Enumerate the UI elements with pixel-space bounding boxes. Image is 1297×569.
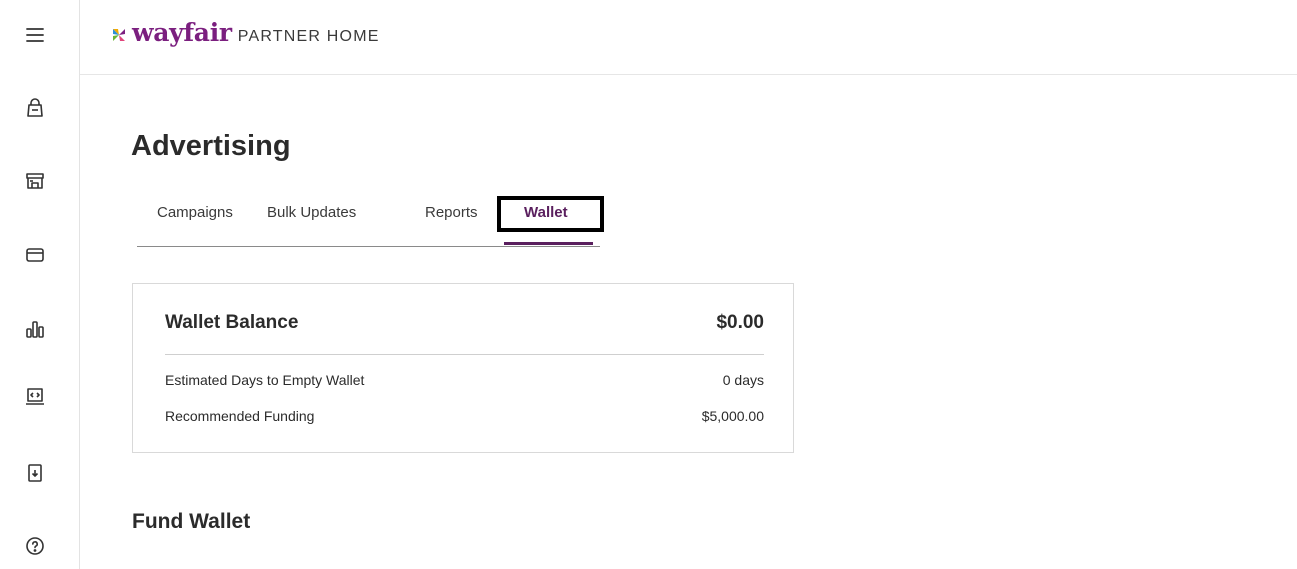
shopping-bag-icon[interactable]: [24, 97, 46, 119]
wayfair-logo[interactable]: wayfair PARTNER HOME: [110, 18, 380, 52]
top-header: wayfair PARTNER HOME: [80, 0, 1297, 75]
estimated-days-label: Estimated Days to Empty Wallet: [165, 372, 365, 388]
credit-card-icon[interactable]: [24, 244, 46, 266]
recommended-funding-row: Recommended Funding $5,000.00: [165, 408, 764, 424]
estimated-days-row: Estimated Days to Empty Wallet 0 days: [165, 372, 764, 388]
page-title: Advertising: [131, 130, 291, 162]
brand-subtitle: PARTNER HOME: [237, 28, 380, 45]
document-download-icon[interactable]: [24, 462, 46, 484]
wayfair-logo-icon: [113, 29, 125, 41]
brand-name: wayfair: [132, 18, 232, 47]
fund-wallet-title: Fund Wallet: [132, 510, 251, 533]
tab-reports[interactable]: Reports: [425, 204, 478, 221]
sidebar: [0, 0, 80, 569]
tab-campaigns[interactable]: Campaigns: [157, 204, 233, 221]
estimated-days-value: 0 days: [722, 372, 764, 388]
bar-chart-icon[interactable]: [24, 318, 46, 340]
menu-icon[interactable]: [24, 24, 46, 46]
help-icon[interactable]: [24, 535, 46, 557]
wallet-balance-card: Wallet Balance $0.00 Estimated Days to E…: [132, 283, 794, 453]
wallet-balance-header: Wallet Balance $0.00: [165, 312, 764, 334]
tab-bar: Campaigns Bulk Updates Reports Wallet: [137, 192, 600, 247]
tab-bulk-updates[interactable]: Bulk Updates: [267, 204, 356, 221]
recommended-funding-label: Recommended Funding: [165, 408, 315, 424]
recommended-funding-value: $5,000.00: [701, 408, 764, 424]
wallet-balance-label: Wallet Balance: [165, 312, 299, 333]
storefront-icon[interactable]: [24, 170, 46, 192]
active-tab-indicator: [504, 242, 593, 245]
card-divider: [165, 354, 764, 355]
tab-wallet[interactable]: Wallet: [524, 204, 568, 221]
developer-code-icon[interactable]: [24, 385, 46, 407]
wallet-balance-value: $0.00: [716, 312, 764, 333]
